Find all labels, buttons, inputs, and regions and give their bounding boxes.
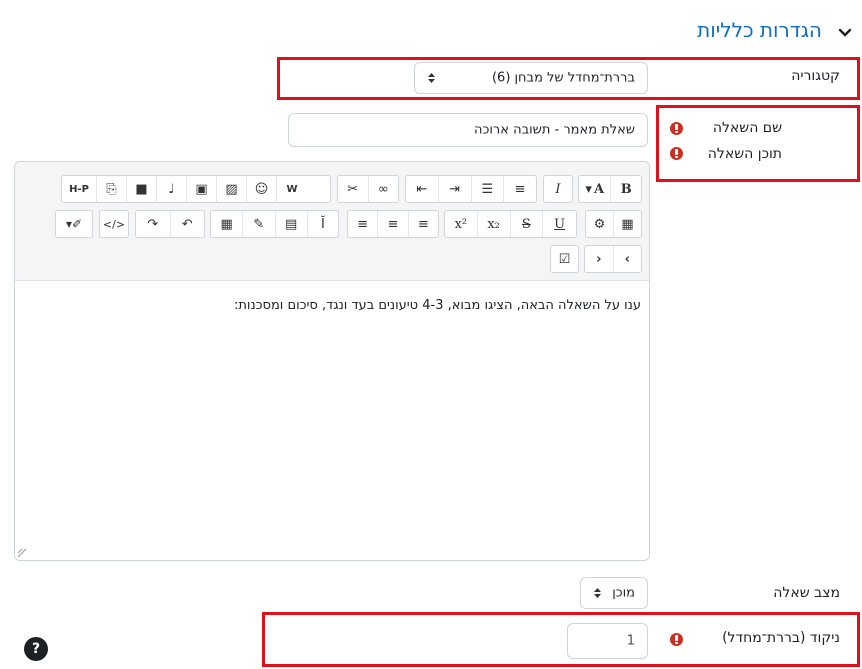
category-select-value: בררת־מחדל של מבחן (6) (491, 70, 635, 86)
media-file-icon[interactable]: ▣ (186, 176, 216, 202)
category-select[interactable]: בררת־מחדל של מבחן (6) (414, 62, 648, 94)
chevron-right-icon[interactable]: › (585, 246, 613, 272)
section-title[interactable]: הגדרות כלליות (697, 18, 822, 42)
calculator-icon[interactable]: ▦ (211, 211, 242, 237)
resize-handle-icon[interactable] (17, 548, 27, 558)
required-icon (670, 122, 683, 135)
emoji-icon[interactable]: ☺ (246, 176, 276, 202)
superscript-button[interactable]: x² (445, 211, 477, 237)
screenreader-icon[interactable]: ▦ (613, 211, 641, 237)
select-caret-icon (428, 73, 435, 83)
toolbar-group-style: ▾✐ (55, 210, 93, 238)
clear-format-icon[interactable]: Ĭ (306, 211, 338, 237)
table-icon[interactable]: ▤ (274, 211, 307, 237)
video-icon[interactable]: ■ (126, 176, 156, 202)
chevron-down-icon[interactable] (834, 22, 856, 44)
required-icon (670, 633, 683, 646)
subscript-button[interactable]: x₂ (476, 211, 510, 237)
edit-icon[interactable]: ✎ (242, 211, 274, 237)
question-name-label: שם השאלה (712, 120, 782, 136)
link-icon[interactable]: ∞ (367, 176, 399, 202)
toolbar-group-media: H-P ⎘ ■ ♩ ▣ ▨ ☺ W (61, 175, 331, 203)
status-select-value: מוכן (612, 585, 635, 601)
toolbar-group-nav: › ‹ (584, 245, 642, 273)
toolbar-group-checklist: ☑ (550, 245, 579, 273)
toolbar-group-insert: ▦ ✎ ▤ Ĭ (210, 210, 339, 238)
accessibility-checker-icon[interactable]: ⚙ (586, 211, 613, 237)
select-caret-icon (594, 588, 601, 598)
paintbrush-icon[interactable]: ▾✐ (56, 211, 92, 237)
align-left-icon[interactable]: ≡ (407, 211, 438, 237)
checklist-icon[interactable]: ☑ (551, 246, 578, 272)
required-icon (670, 147, 683, 160)
category-label: קטגוריה (791, 68, 840, 84)
strikethrough-button[interactable]: S (509, 211, 543, 237)
underline-button[interactable]: U (542, 211, 576, 237)
help-button[interactable]: ? (24, 637, 48, 661)
toolbar-group-links: ✂ ∞ (337, 175, 399, 203)
status-label: מצב שאלה (773, 585, 840, 601)
redo-icon[interactable]: ↷ (136, 211, 170, 237)
question-name-value: שאלת מאמר - תשובה ארוכה (474, 122, 635, 138)
numbered-list-icon[interactable]: ☰ (470, 176, 504, 202)
toolbar-group-fontsize: ▾ A B (578, 175, 642, 203)
microphone-icon[interactable]: ♩ (156, 176, 186, 202)
unlink-icon[interactable]: ✂ (338, 176, 368, 202)
question-text-label: תוכן השאלה (707, 146, 782, 162)
h5p-icon[interactable]: H-P (62, 176, 96, 202)
default-mark-label: ניקוד (בררת־מחדל) (722, 630, 840, 646)
bullet-list-icon[interactable]: ≡ (503, 176, 536, 202)
font-size-button[interactable]: ▾ A (579, 176, 610, 202)
align-center-icon[interactable]: ≡ (377, 211, 407, 237)
italic-button[interactable]: I (544, 176, 572, 202)
outdent-icon[interactable]: ⇤ (406, 176, 438, 202)
align-right-icon[interactable]: ≡ (348, 211, 377, 237)
toolbar-group-italic: I (543, 175, 573, 203)
question-text-editor[interactable]: ▾A B I ⇤ ⇥ ☰ ≡ ✂ ∞ H-P ⎘ ■ ♩ ▣ ▨ ☺ W ⚙ (14, 161, 650, 561)
toolbar-group-html: </> (99, 210, 129, 238)
indent-icon[interactable]: ⇥ (437, 176, 471, 202)
default-mark-value: 1 (626, 633, 635, 649)
question-name-input[interactable]: שאלת מאמר - תשובה ארוכה (288, 113, 648, 147)
bold-button[interactable]: B (610, 176, 641, 202)
status-select[interactable]: מוכן (580, 577, 648, 609)
toolbar-group-format: x² x₂ S U (444, 210, 577, 238)
word-import-icon[interactable]: W (276, 176, 307, 202)
default-mark-input[interactable]: 1 (567, 623, 648, 659)
chevron-left-icon[interactable]: ‹ (612, 246, 642, 272)
name-text-highlight (656, 105, 860, 182)
editor-toolbar: ▾A B I ⇤ ⇥ ☰ ≡ ✂ ∞ H-P ⎘ ■ ♩ ▣ ▨ ☺ W ⚙ (15, 162, 649, 281)
toolbar-group-accessibility: ⚙ ▦ (585, 210, 642, 238)
undo-icon[interactable]: ↶ (169, 211, 205, 237)
image-icon[interactable]: ▨ (216, 176, 246, 202)
toolbar-group-lists: ⇤ ⇥ ☰ ≡ (405, 175, 537, 203)
html-code-button[interactable]: </> (100, 211, 128, 237)
question-text-content: ענו על השאלה הבאה, הציגו מבוא, 4-3 טיעונ… (233, 298, 641, 313)
toolbar-group-history: ↷ ↶ (135, 210, 205, 238)
copy-icon[interactable]: ⎘ (96, 176, 126, 202)
toolbar-group-align: ≡ ≡ ≡ (347, 210, 439, 238)
